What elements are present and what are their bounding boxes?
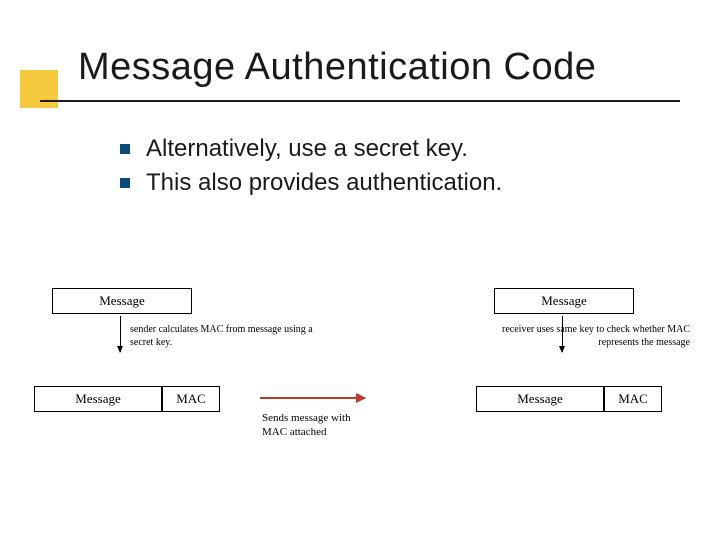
transmit-line1: Sends message with [262,412,351,424]
bullet-list: Alternatively, use a secret key. This al… [120,135,502,203]
slide-title: Message Authentication Code [78,46,596,89]
box-label: Message [541,293,587,309]
box-label: Message [517,391,563,407]
box-label: MAC [618,391,648,407]
box-label: Message [75,391,121,407]
receiver-message-box: Message [494,288,634,314]
sender-message-box: Message [52,288,192,314]
receiver-caption: receiver uses same key to check whether … [500,324,690,349]
accent-square [20,70,58,108]
bullet-square-icon [120,144,130,154]
box-label: MAC [176,391,206,407]
transmit-line2: MAC attached [262,426,326,438]
mac-diagram: Message sender calculates MAC from messa… [30,290,690,470]
bullet-square-icon [120,178,130,188]
sender-mac-box: MAC [162,386,220,412]
list-item: Alternatively, use a secret key. [120,135,502,163]
transmit-arrow-icon [260,397,365,399]
receiver-message2-box: Message [476,386,604,412]
arrow-down-icon [120,316,121,352]
list-item: This also provides authentication. [120,169,502,197]
sender-caption: sender calculates MAC from message using… [130,324,320,349]
transmit-caption: Sends message with MAC attached [262,412,392,440]
receiver-mac-box: MAC [604,386,662,412]
title-underline [40,100,680,102]
bullet-text: This also provides authentication. [146,169,502,197]
bullet-text: Alternatively, use a secret key. [146,135,468,163]
box-label: Message [99,293,145,309]
sender-message2-box: Message [34,386,162,412]
